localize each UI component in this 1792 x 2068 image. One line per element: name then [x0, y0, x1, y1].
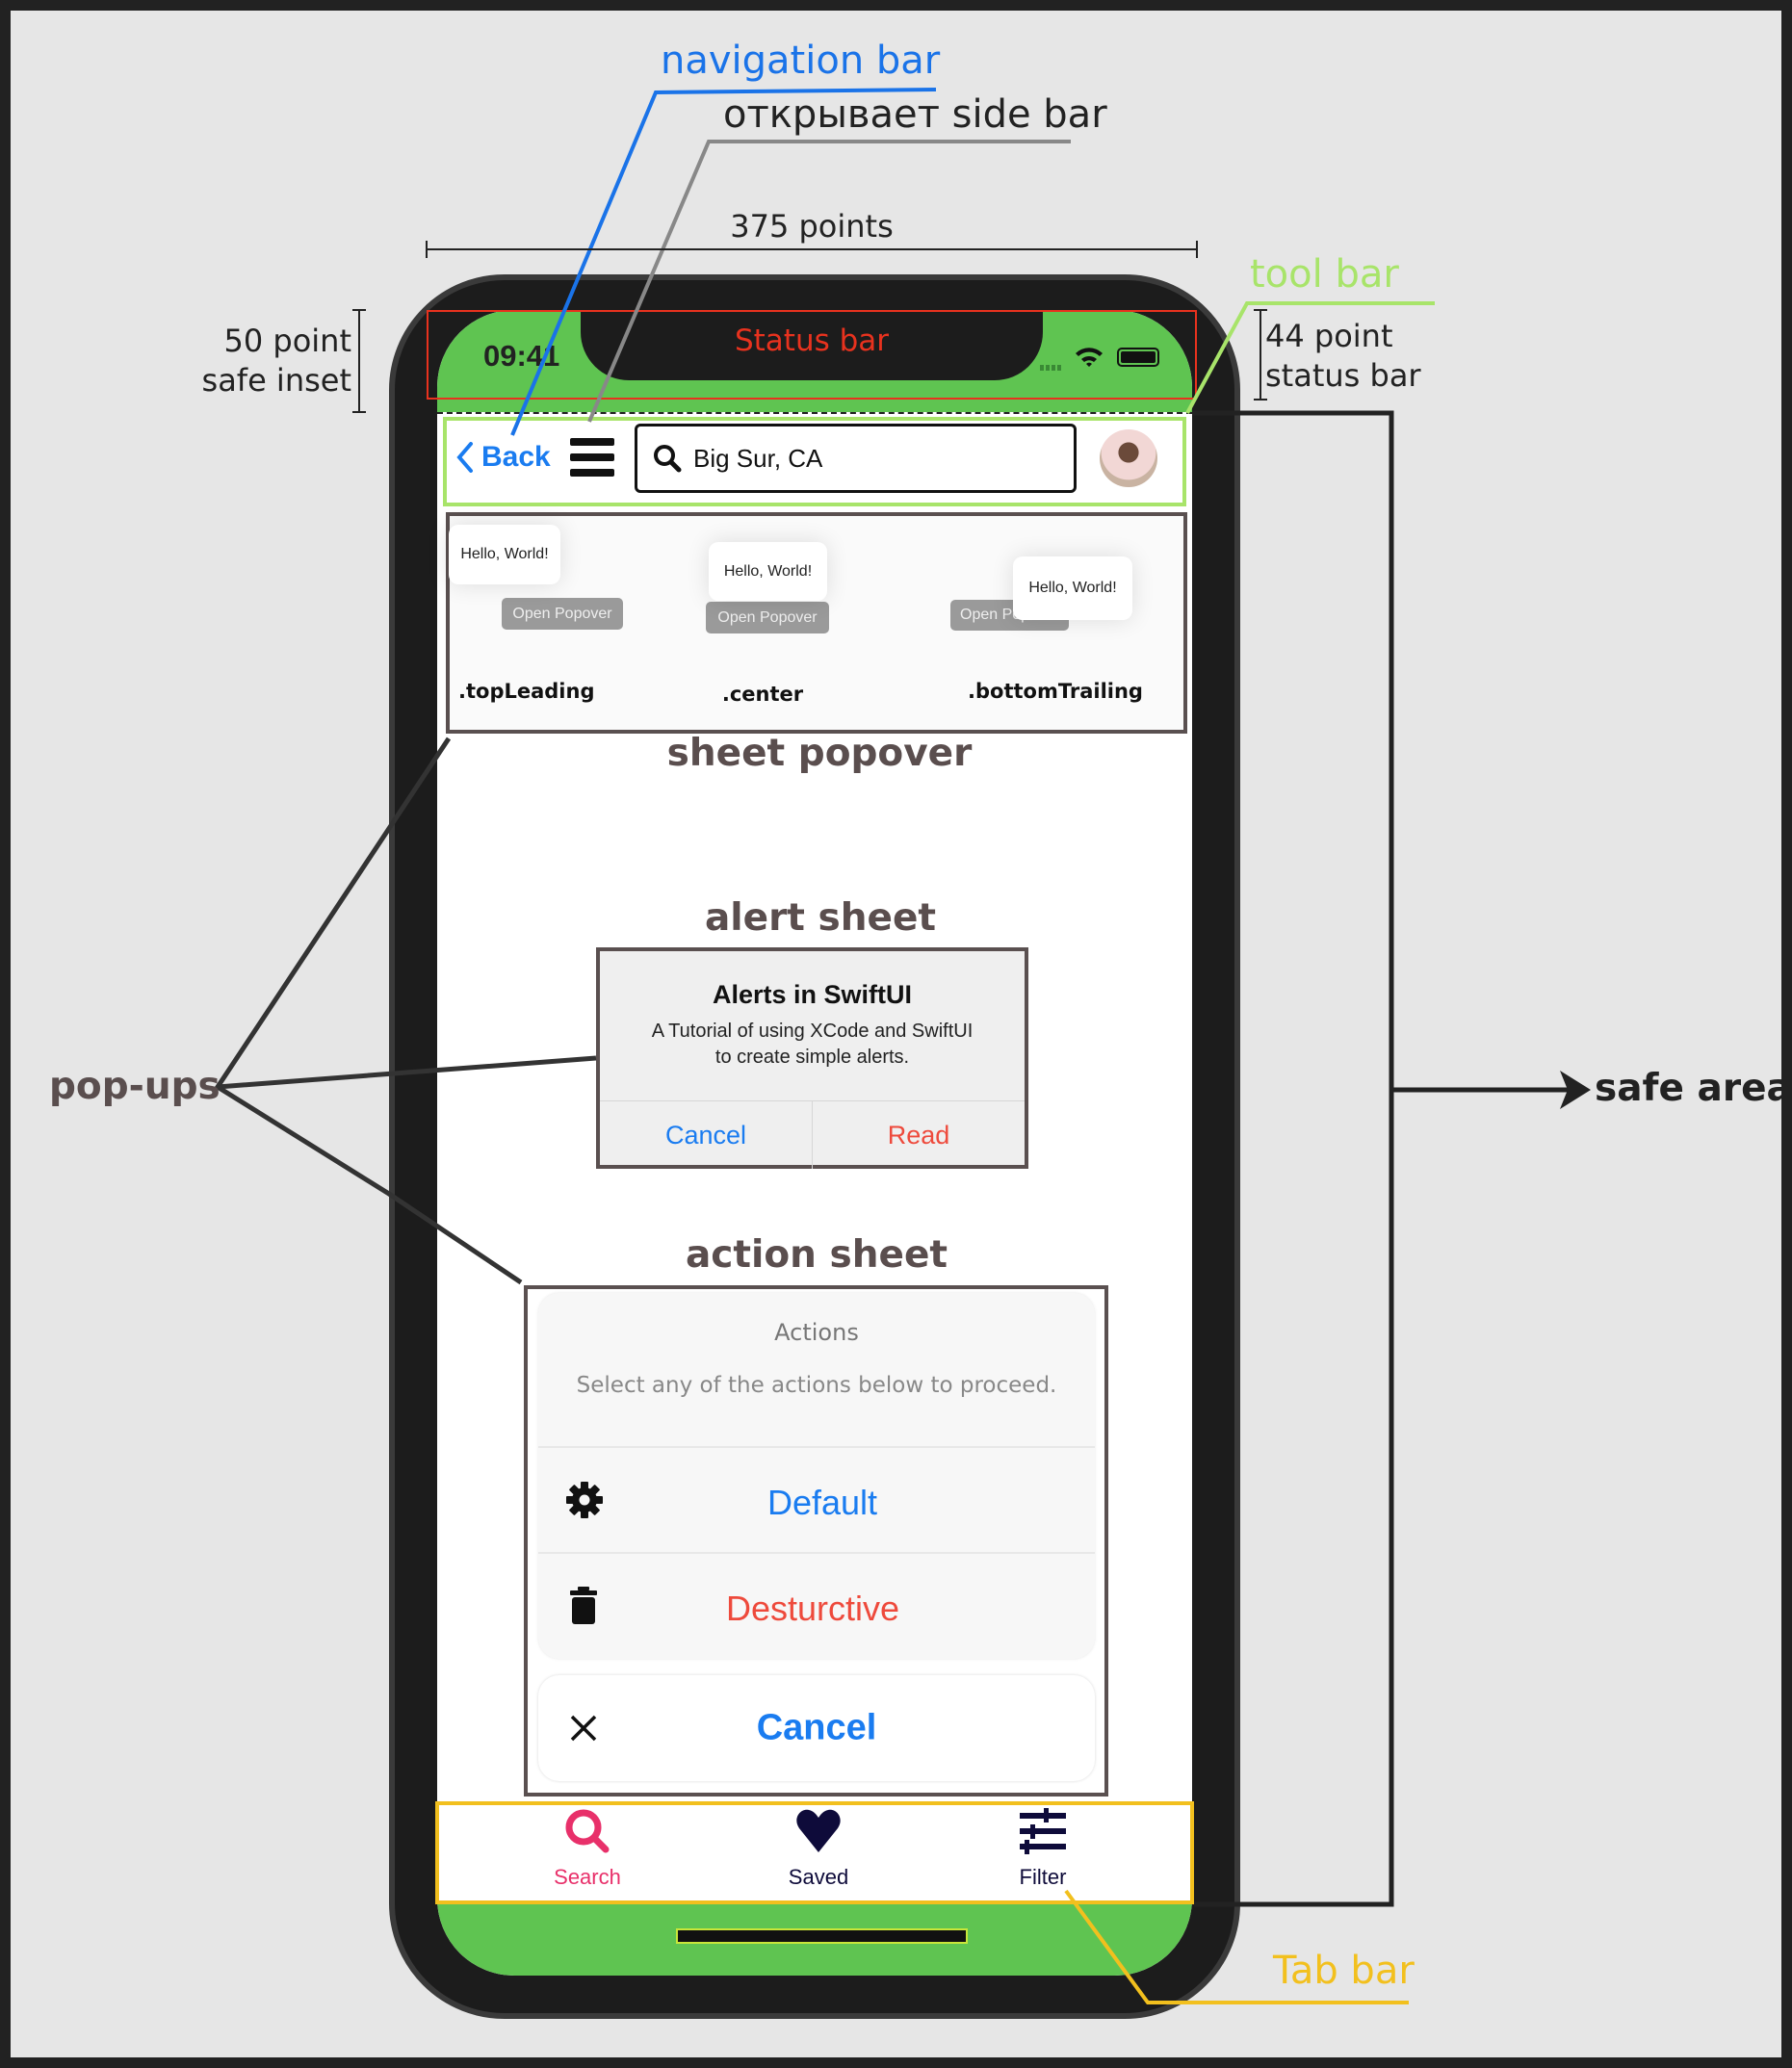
safe-area-label: safe area — [1595, 1067, 1792, 1110]
side-bar-pointer — [587, 140, 1071, 423]
pop-ups-label: pop-ups — [49, 1065, 221, 1108]
navigation-bar-label: navigation bar — [661, 39, 941, 83]
safe-inset-label: safe inset — [201, 362, 351, 399]
status-height-label: status bar — [1265, 357, 1421, 394]
annotation-lines — [213, 88, 1591, 2004]
safe-area-bracket — [1192, 410, 1394, 1907]
safe-inset-label: 50 point — [223, 323, 352, 359]
width-label: 375 points — [730, 208, 894, 245]
tool-bar-label: tool bar — [1250, 252, 1399, 297]
status-height-label: 44 point — [1265, 318, 1393, 354]
side-bar-label: открывает side bar — [723, 92, 1107, 137]
pop-ups-pointer — [213, 737, 597, 1090]
tab-bar-label: Tab bar — [1273, 1949, 1415, 1993]
